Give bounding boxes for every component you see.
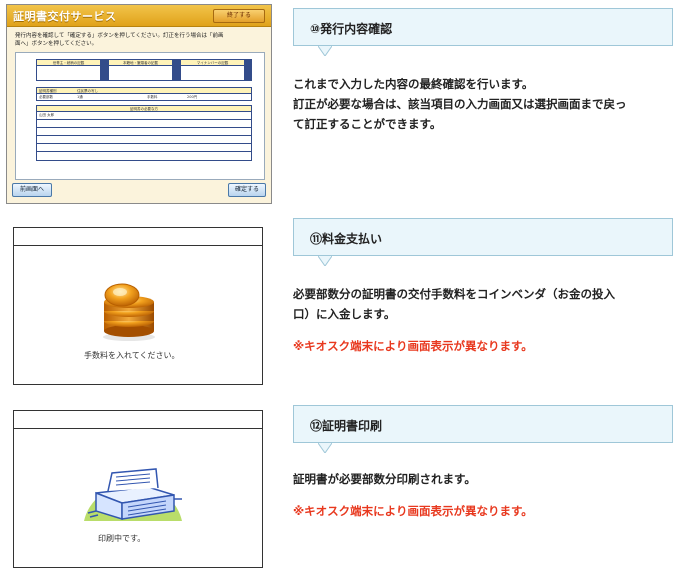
callout-pointer [318, 256, 332, 266]
terminal-warning: ※キオスク端末により画面表示が異なります。 [293, 504, 533, 518]
person-row [37, 144, 251, 152]
coin-stack-icon [103, 283, 155, 341]
option-mark [101, 60, 109, 80]
desc-line: これまで入力した内容の最終確認を行います。 [293, 77, 534, 91]
step-description-confirm: これまで入力した内容の最終確認を行います。 訂正が必要な場合は、該当項目の入力画… [293, 74, 627, 134]
option-header-row: 世帯主・続柄の記載 本籍地・筆頭者の記載 マイナンバーの記載 [36, 59, 252, 81]
desc-line: 必要部数分の証明書の交付手数料をコインベンダ（お金の投入 [293, 287, 615, 301]
step-header-printing: ⑫証明書印刷 [293, 405, 673, 443]
step-label: ⑫証明書印刷 [310, 419, 383, 433]
person-row [37, 152, 251, 160]
option-label: 本籍地・筆頭者の記載 [109, 60, 172, 66]
step-description-payment: 必要部数分の証明書の交付手数料をコインベンダ（お金の投入 口）に入金します。 [293, 284, 615, 324]
callout-pointer [318, 46, 332, 56]
title-bar: 証明書交付サービス 終了する [7, 5, 271, 27]
kiosk-screen-printing: 印刷中です。 [13, 410, 263, 568]
callout-pointer [318, 443, 332, 453]
desc-line: 証明書が必要部数分印刷されます。 [293, 472, 476, 486]
person-row: 山田 太郎 [37, 112, 251, 120]
desc-line: 訂正が必要な場合は、該当項目の入力画面又は選択画面まで戻っ [293, 97, 627, 111]
step-header-payment: ⑪料金支払い [293, 218, 673, 256]
fee-label: 手数料 [147, 95, 158, 99]
step-label: ⑩発行内容確認 [310, 22, 393, 36]
payment-caption: 手数料を入れてください。 [84, 351, 180, 360]
cert-type-label: 証明書種別 [39, 89, 57, 93]
copies-row: 必要部数 1通 手数料 200円 [37, 94, 251, 100]
kiosk-screen-payment: 手数料を入れてください。 [13, 227, 263, 385]
option-cell: 世帯主・続柄の記載 [37, 60, 101, 80]
printer-icon [84, 468, 182, 521]
option-cell: マイナンバーの記載 [181, 60, 245, 80]
confirm-button[interactable]: 確定する [228, 183, 266, 197]
instruction-line: 面へ」ボタンを押してください。 [15, 41, 98, 47]
end-button[interactable]: 終了する [213, 9, 265, 23]
cert-info-table: 証明書種別 住民票の写し 必要部数 1通 手数料 200円 [36, 87, 252, 101]
option-mark [173, 60, 181, 80]
copies-label: 必要部数 [39, 95, 53, 99]
terminal-warning: ※キオスク端末により画面表示が異なります。 [293, 339, 533, 353]
person-row [37, 128, 251, 136]
printing-caption: 印刷中です。 [98, 534, 146, 543]
confirm-panel: 世帯主・続柄の記載 本籍地・筆頭者の記載 マイナンバーの記載 証明書種別 住民票… [15, 52, 265, 180]
option-label: マイナンバーの記載 [181, 60, 244, 66]
person-row [37, 136, 251, 144]
option-mark [245, 60, 251, 80]
option-label: 世帯主・続柄の記載 [37, 60, 100, 66]
person-list-rows: 山田 太郎 [37, 112, 251, 160]
instruction-line: 発行内容を確認して「確定する」ボタンを押してください。訂正を行う場合は「前画 [15, 33, 224, 39]
person-list: 証明書の必要な方 山田 太郎 [36, 105, 252, 161]
instruction-text: 発行内容を確認して「確定する」ボタンを押してください。訂正を行う場合は「前画 面… [15, 32, 265, 48]
desc-line: 口）に入金します。 [293, 307, 396, 321]
fee-value: 200円 [187, 95, 198, 99]
kiosk-screen-confirm: 証明書交付サービス 終了する 発行内容を確認して「確定する」ボタンを押してくださ… [6, 4, 272, 204]
desc-line: て訂正することができます。 [293, 117, 442, 131]
back-button[interactable]: 前画面へ [12, 183, 52, 197]
screen-top-bar [14, 228, 262, 246]
person-row [37, 120, 251, 128]
step-header-confirm: ⑩発行内容確認 [293, 8, 673, 46]
copies-value: 1通 [77, 95, 83, 99]
step-description-printing: 証明書が必要部数分印刷されます。 [293, 469, 476, 489]
service-title: 証明書交付サービス [13, 10, 117, 23]
screen-top-bar [14, 411, 262, 429]
option-cell: 本籍地・筆頭者の記載 [109, 60, 173, 80]
step-label: ⑪料金支払い [310, 232, 383, 246]
